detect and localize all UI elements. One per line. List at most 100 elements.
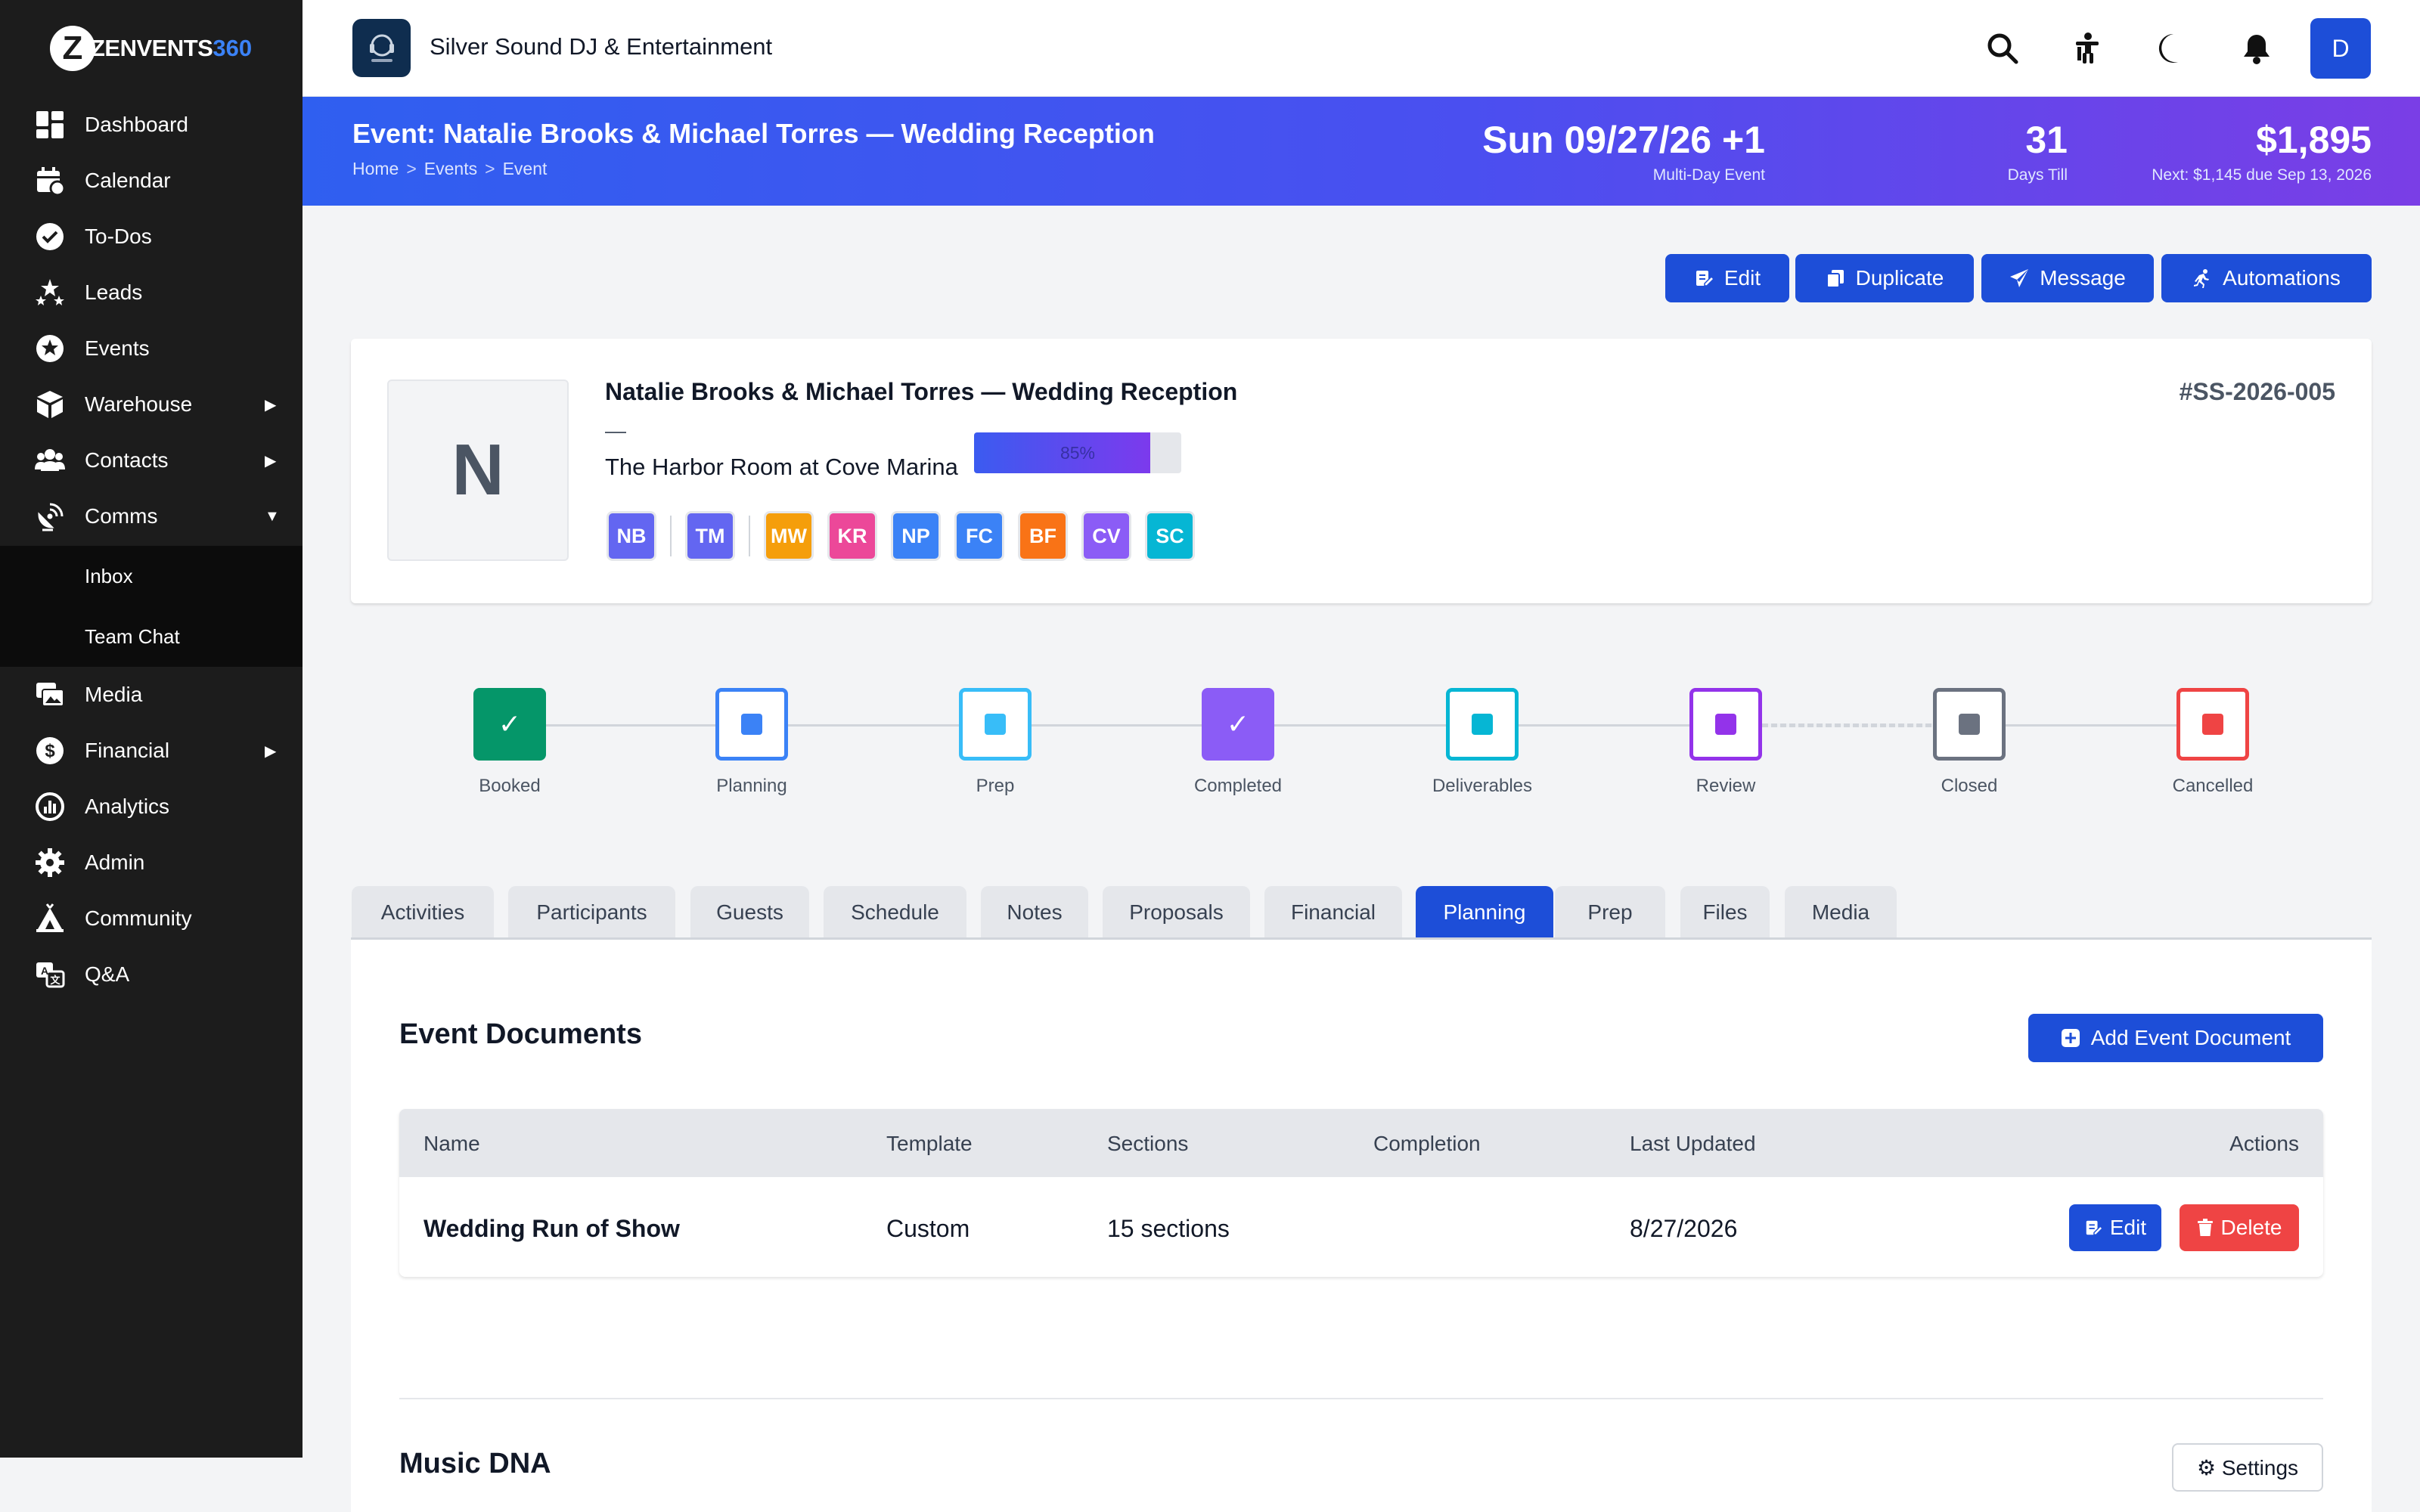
tab-files[interactable]: Files <box>1680 886 1770 939</box>
stage-label: Deliverables <box>1432 776 1533 796</box>
accessibility-icon[interactable] <box>2067 29 2106 68</box>
column-header-last-updated[interactable]: Last Updated <box>1630 1132 1756 1156</box>
sidebar-item-label: Community <box>85 906 192 930</box>
edit-event-button[interactable]: Edit <box>1665 254 1789 302</box>
tab-planning[interactable]: Planning <box>1416 886 1553 939</box>
completion-progress-label: 85% <box>1060 442 1096 463</box>
document-sections: 15 sections <box>1107 1215 1230 1242</box>
duplicate-event-button[interactable]: Duplicate <box>1795 254 1974 302</box>
sidebar-subitem-inbox[interactable]: Inbox <box>0 546 302 606</box>
completion-progress-bar: 85% <box>974 432 1181 473</box>
sidebar-item-events[interactable]: Events <box>0 321 302 376</box>
sidebar-subitem-label: Team Chat <box>85 624 180 648</box>
sidebar-item-comms[interactable]: Comms ▼ <box>0 488 302 544</box>
sidebar-item-community[interactable]: Community <box>0 891 302 947</box>
business-logo[interactable] <box>352 19 411 77</box>
sidebar-item-label: Financial <box>85 739 170 762</box>
column-header-template[interactable]: Template <box>886 1132 973 1156</box>
sidebar-item-financial[interactable]: $ Financial ▶ <box>0 723 302 779</box>
sidebar-item-leads[interactable]: Leads <box>0 265 302 321</box>
tab-financial[interactable]: Financial <box>1264 886 1402 939</box>
stage-completed[interactable]: ✓ <box>1202 688 1274 761</box>
breadcrumb-events[interactable]: Events <box>424 159 477 179</box>
participant-chip[interactable]: TM <box>685 511 735 561</box>
document-name[interactable]: Wedding Run of Show <box>424 1215 680 1243</box>
expand-arrow-icon: ▶ <box>265 742 277 760</box>
bell-icon[interactable] <box>2237 29 2276 68</box>
participant-chip[interactable]: SC <box>1145 511 1195 561</box>
event-banner: Event: Natalie Brooks & Michael Torres —… <box>302 97 2420 206</box>
stage-label: Closed <box>1941 776 1998 796</box>
event-stage-tracker: ✓ Booked Planning Prep ✓ Completed Deliverable… <box>351 680 2372 801</box>
moon-icon[interactable] <box>2152 29 2192 68</box>
stars-icon <box>35 277 65 308</box>
section-title-event-documents: Event Documents <box>399 1018 642 1050</box>
participant-chip[interactable]: FC <box>954 511 1004 561</box>
stage-review[interactable] <box>1689 688 1762 761</box>
sidebar-subitem-team-chat[interactable]: Team Chat <box>0 606 302 667</box>
sidebar-item-warehouse[interactable]: Warehouse ▶ <box>0 376 302 432</box>
stage-label: Prep <box>976 776 1015 796</box>
column-header-completion[interactable]: Completion <box>1373 1132 1481 1156</box>
user-avatar[interactable]: D <box>2310 18 2371 79</box>
message-button[interactable]: Message <box>1981 254 2154 302</box>
tab-participants[interactable]: Participants <box>508 886 675 939</box>
tab-proposals[interactable]: Proposals <box>1103 886 1250 939</box>
breadcrumb-separator: > <box>485 159 495 178</box>
tab-media[interactable]: Media <box>1785 886 1897 939</box>
calendar-icon <box>35 166 65 196</box>
sidebar-item-todos[interactable]: To-Dos <box>0 209 302 265</box>
participant-chip[interactable]: CV <box>1081 511 1131 561</box>
tab-guests[interactable]: Guests <box>690 886 809 939</box>
column-header-name[interactable]: Name <box>424 1132 480 1156</box>
tab-prep[interactable]: Prep <box>1555 886 1665 939</box>
participant-chip[interactable]: KR <box>827 511 877 561</box>
message-label: Message <box>2040 266 2126 290</box>
add-event-document-label: Add Event Document <box>2090 1026 2291 1049</box>
breadcrumb-home[interactable]: Home <box>352 159 399 179</box>
sidebar-item-media[interactable]: Media <box>0 667 302 723</box>
stage-cancelled[interactable] <box>2176 688 2249 761</box>
tab-notes[interactable]: Notes <box>981 886 1088 939</box>
page-title: Event: Natalie Brooks & Michael Torres —… <box>352 118 1155 149</box>
paper-plane-icon <box>2010 269 2029 287</box>
brand-logo[interactable]: Z ZENVENTS 360 <box>50 26 252 71</box>
column-header-sections[interactable]: Sections <box>1107 1132 1188 1156</box>
sidebar-item-calendar[interactable]: Calendar <box>0 153 302 209</box>
breadcrumb-separator: > <box>406 159 417 178</box>
event-amount: $1,895 <box>2256 119 2372 161</box>
stage-planning[interactable] <box>715 688 788 761</box>
check-icon: ✓ <box>498 708 522 740</box>
participant-chip[interactable]: BF <box>1018 511 1068 561</box>
participant-divider <box>749 516 750 556</box>
stage-prep[interactable] <box>959 688 1032 761</box>
music-dna-settings-button[interactable]: ⚙ Settings <box>2172 1443 2323 1492</box>
event-date: Sun 09/27/26 +1 <box>1482 119 1765 161</box>
delete-document-button[interactable]: Delete <box>2180 1204 2299 1251</box>
sidebar-item-contacts[interactable]: Contacts ▶ <box>0 432 302 488</box>
days-till-caption: Days Till <box>2007 166 2068 184</box>
participant-chip[interactable]: MW <box>764 511 814 561</box>
participant-chip[interactable]: NB <box>607 511 656 561</box>
tab-schedule[interactable]: Schedule <box>824 886 966 939</box>
stage-deliverables[interactable] <box>1446 688 1519 761</box>
add-event-document-button[interactable]: Add Event Document <box>2028 1014 2323 1062</box>
search-icon[interactable] <box>1983 29 2022 68</box>
automations-button[interactable]: Automations <box>2161 254 2372 302</box>
duplicate-label: Duplicate <box>1855 266 1944 290</box>
sidebar-item-qa[interactable]: A文 Q&A <box>0 947 302 1002</box>
section-divider <box>399 1398 2323 1399</box>
stage-status-dot <box>1472 714 1493 735</box>
event-number: #SS-2026-005 <box>2179 378 2335 405</box>
stage-closed[interactable] <box>1933 688 2006 761</box>
sidebar-item-dashboard[interactable]: Dashboard <box>0 97 302 153</box>
sidebar-item-label: Leads <box>85 280 143 304</box>
sidebar-item-analytics[interactable]: Analytics <box>0 779 302 835</box>
tab-activities[interactable]: Activities <box>352 886 494 939</box>
edit-document-button[interactable]: Edit <box>2069 1204 2161 1251</box>
stage-booked[interactable]: ✓ <box>473 688 546 761</box>
participant-chip[interactable]: NP <box>891 511 941 561</box>
document-last-updated: 8/27/2026 <box>1630 1215 1738 1242</box>
dollar-icon: $ <box>35 736 65 766</box>
sidebar-item-admin[interactable]: Admin <box>0 835 302 891</box>
